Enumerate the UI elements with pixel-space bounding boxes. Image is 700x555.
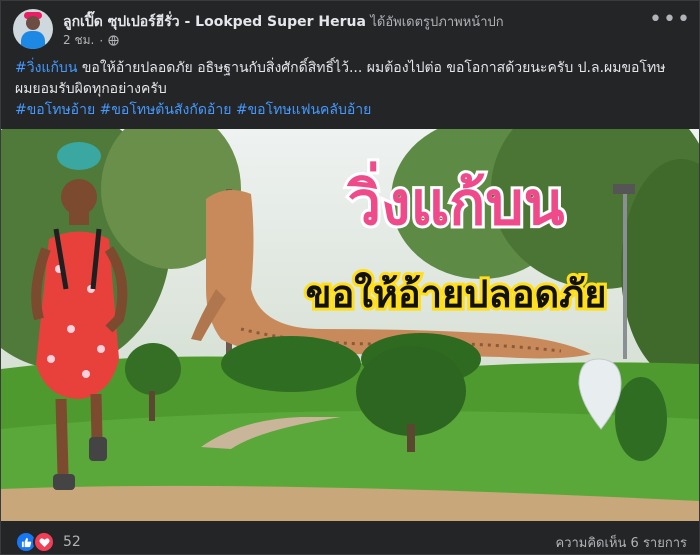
cover-subtitle: ขอให้อ้ายปลอดภัย — [305, 272, 606, 316]
post-caption: #วิ่งแก้บน ขอให้อ้ายปลอดภัย อธิษฐานกับสิ… — [15, 58, 685, 121]
hashtag-link[interactable]: #ขอโทษแฟนคลับอ้าย — [236, 102, 372, 118]
post-time[interactable]: 2 ชม. — [63, 31, 94, 50]
cover-photo-scene: วิ่งแก้บน ขอให้อ้ายปลอดภัย — [1, 129, 699, 521]
post-footer: 52 ความคิดเห็น 6 รายการ — [1, 525, 699, 555]
post-card: ลูกเปิ๊ด ซุปเปอร์ฮีรั่ว - Lookped Super … — [0, 0, 700, 555]
reaction-count: 52 — [63, 534, 81, 550]
hashtag-link[interactable]: #ขอโทษต้นสังกัดอ้าย — [100, 102, 232, 118]
author-name[interactable]: ลูกเปิ๊ด ซุปเปอร์ฮีรั่ว - Lookped Super … — [63, 14, 366, 30]
hashtag-link[interactable]: #ขอโทษอ้าย — [15, 102, 95, 118]
cover-photo[interactable]: วิ่งแก้บน ขอให้อ้ายปลอดภัย — [1, 129, 699, 521]
comments-count-link[interactable]: ความคิดเห็น 6 รายการ — [556, 532, 688, 553]
globe-icon — [108, 35, 119, 46]
hashtag-link[interactable]: #วิ่งแก้บน — [15, 60, 77, 76]
post-action: ได้อัพเดตรูปภาพหน้าปก — [370, 15, 504, 30]
post-header: ลูกเปิ๊ด ซุปเปอร์ฮีรั่ว - Lookped Super … — [13, 7, 690, 51]
caption-text: ขอให้อ้ายปลอดภัย อธิษฐานกับสิ่งศักดิ์สิท… — [15, 60, 666, 97]
more-options-icon[interactable]: ••• — [649, 9, 690, 33]
cover-title: วิ่งแก้บน — [346, 161, 564, 239]
author-line: ลูกเปิ๊ด ซุปเปอร์ฮีรั่ว - Lookped Super … — [63, 11, 504, 33]
post-meta: 2 ชม. · — [63, 31, 119, 50]
reactions-summary[interactable]: 52 — [15, 531, 81, 553]
love-reaction-icon — [33, 531, 55, 553]
author-avatar[interactable] — [13, 9, 53, 49]
